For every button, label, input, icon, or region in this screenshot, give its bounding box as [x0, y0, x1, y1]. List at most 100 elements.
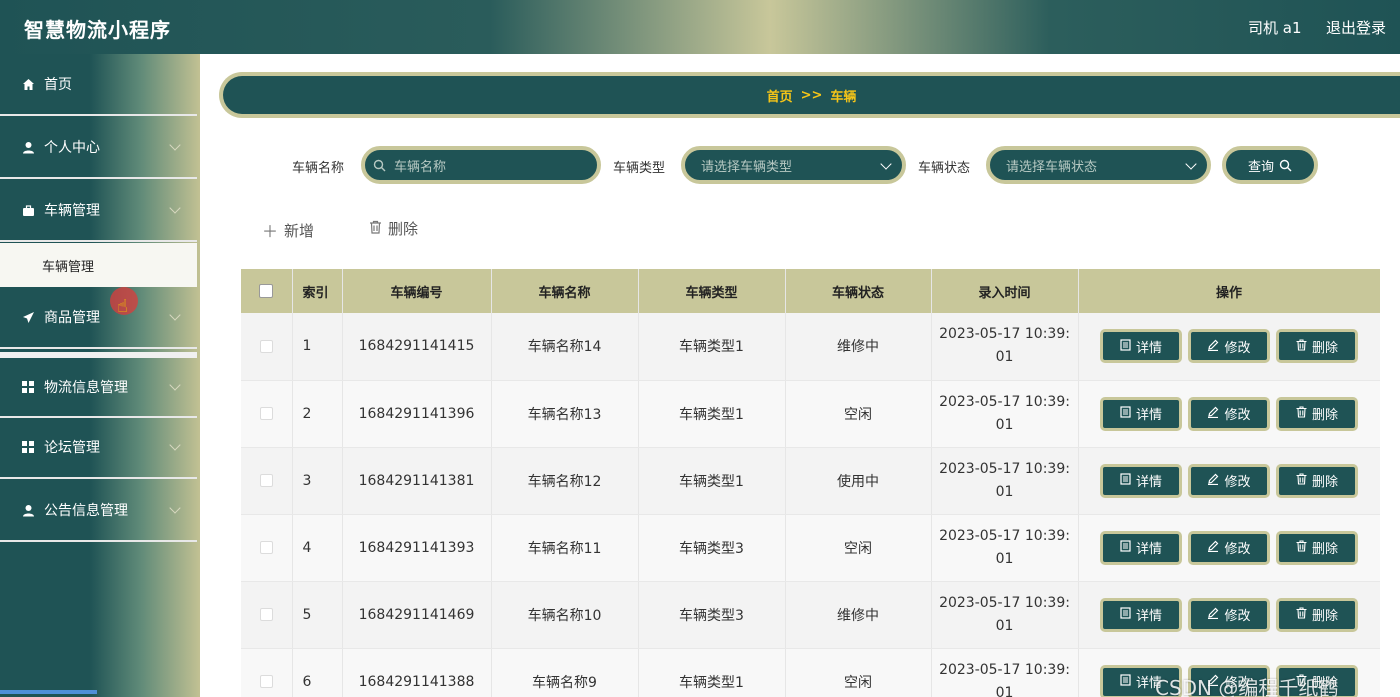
col-header-name: 车辆名称 — [491, 269, 639, 313]
query-button-label: 查询 — [1247, 159, 1274, 175]
sidebar-item-personal-center[interactable]: 个人中心 — [0, 117, 197, 179]
row-delete-button-label: 删除 — [1311, 542, 1338, 557]
cell-time-line1: 2023-05-17 10:39: — [939, 594, 1070, 611]
cell-time: 2023-05-17 10:39: 01 — [931, 648, 1079, 697]
vehicle-status-select[interactable]: 请选择车辆状态 — [986, 146, 1211, 184]
query-button[interactable]: 查询 — [1222, 146, 1318, 184]
detail-button[interactable]: 详情 — [1100, 463, 1182, 498]
batch-delete-button-label: 删除 — [388, 220, 419, 238]
cell-time-line2: 01 — [995, 483, 1014, 500]
add-button[interactable]: ＋ 新增 — [262, 218, 314, 242]
row-delete-button[interactable]: 删除 — [1276, 329, 1358, 364]
select-all-checkbox[interactable] — [259, 284, 274, 298]
row-delete-button[interactable]: 删除 — [1276, 530, 1358, 565]
cell-index: 3 — [292, 447, 343, 515]
cell-status: 维修中 — [785, 313, 932, 381]
detail-button[interactable]: 详情 — [1100, 530, 1182, 565]
trash-icon — [1296, 406, 1307, 421]
edit-button[interactable]: 修改 — [1188, 597, 1270, 632]
row-checkbox[interactable] — [259, 474, 273, 487]
cell-time-line2: 01 — [995, 349, 1014, 366]
cell-type: 车辆类型3 — [638, 514, 786, 582]
cell-status: 空闲 — [785, 648, 932, 697]
row-checkbox[interactable] — [259, 675, 273, 688]
detail-button[interactable]: 详情 — [1100, 329, 1182, 364]
sidebar-item-logistics-management[interactable]: 物流信息管理 — [0, 352, 197, 418]
cell-time-line1: 2023-05-17 10:39: — [939, 661, 1070, 678]
breadcrumb: 首页 >> 车辆 — [219, 72, 1400, 118]
detail-button[interactable]: 详情 — [1100, 396, 1182, 431]
vehicle-type-label: 车辆类型 — [613, 161, 666, 176]
logout-link[interactable]: 退出登录 — [1326, 17, 1386, 38]
row-checkbox[interactable] — [259, 339, 273, 353]
select-all-cell — [241, 269, 293, 313]
col-header-index: 索引 — [292, 269, 343, 313]
row-checkbox[interactable] — [259, 608, 273, 621]
table-row: 3 1684291141381 车辆名称12 车辆类型1 使用中 2023-05-17 1… — [241, 447, 1380, 515]
pencil-icon — [1207, 473, 1219, 488]
cell-time-line2: 01 — [995, 617, 1014, 634]
vehicle-status-placeholder: 请选择车辆状态 — [1006, 159, 1098, 175]
cell-time-line1: 2023-05-17 10:39: — [939, 393, 1070, 410]
vehicle-name-label: 车辆名称 — [292, 161, 345, 176]
app-title: 智慧物流小程序 — [24, 18, 171, 42]
edit-button[interactable]: 修改 — [1188, 463, 1270, 498]
edit-button[interactable]: 修改 — [1188, 329, 1270, 364]
cell-status: 维修中 — [785, 581, 932, 649]
sidebar-item-goods-management[interactable]: 商品管理 — [0, 287, 197, 349]
breadcrumb-separator: >> — [800, 87, 823, 103]
trash-icon — [1296, 339, 1307, 354]
sidebar-item-vehicle-management[interactable]: 车辆管理 — [0, 180, 197, 242]
breadcrumb-home[interactable]: 首页 — [767, 86, 793, 105]
row-select-cell — [241, 313, 293, 381]
cell-actions: 详情 修改 删除 — [1078, 514, 1380, 582]
cell-time-line1: 2023-05-17 10:39: — [939, 527, 1070, 544]
grid-icon — [21, 380, 35, 394]
cell-code: 1684291141381 — [342, 447, 492, 515]
cell-type: 车辆类型1 — [638, 380, 786, 448]
edit-button[interactable]: 修改 — [1188, 396, 1270, 431]
detail-button-label: 详情 — [1135, 340, 1162, 356]
document-icon — [1120, 406, 1131, 421]
chevron-down-icon — [1185, 158, 1197, 170]
row-delete-button[interactable]: 删除 — [1276, 597, 1358, 632]
vehicle-type-select[interactable]: 请选择车辆类型 — [681, 146, 906, 184]
col-header-code: 车辆编号 — [342, 269, 492, 313]
batch-delete-button[interactable]: 删除 — [369, 218, 418, 239]
cell-name: 车辆名称13 — [491, 380, 639, 448]
search-icon — [373, 159, 386, 172]
cell-time-line2: 01 — [995, 550, 1014, 567]
sidebar-item-announcement-management[interactable]: 公告信息管理 — [0, 480, 197, 542]
edit-button[interactable]: 修改 — [1188, 530, 1270, 565]
row-select-cell — [241, 380, 293, 448]
cell-time-line2: 01 — [995, 416, 1014, 433]
sidebar-item-home[interactable]: 首页 — [0, 54, 197, 116]
cell-name: 车辆名称12 — [491, 447, 639, 515]
sidebar-item-label: 个人中心 — [44, 140, 100, 156]
row-checkbox[interactable] — [259, 407, 273, 420]
row-checkbox[interactable] — [259, 541, 273, 554]
current-user: 司机 a1 — [1248, 19, 1302, 37]
sidebar-item-label: 论坛管理 — [44, 440, 100, 456]
chevron-down-icon — [169, 309, 181, 321]
detail-button-label: 详情 — [1135, 609, 1162, 624]
row-delete-button[interactable]: 删除 — [1276, 396, 1358, 431]
user-icon — [21, 503, 35, 517]
sidebar-item-label: 首页 — [44, 77, 72, 93]
col-header-time: 录入时间 — [931, 269, 1079, 313]
cell-time-line1: 2023-05-17 10:39: — [939, 460, 1070, 477]
vehicle-name-input[interactable]: 车辆名称 — [361, 146, 601, 184]
edit-button-label: 修改 — [1224, 609, 1251, 624]
detail-button[interactable]: 详情 — [1100, 597, 1182, 632]
cell-code: 1684291141415 — [342, 313, 492, 381]
row-delete-button[interactable]: 删除 — [1276, 463, 1358, 498]
scrollbar-indicator[interactable] — [0, 690, 97, 694]
cell-status: 空闲 — [785, 514, 932, 582]
cell-index: 6 — [292, 648, 343, 697]
sidebar-item-forum-management[interactable]: 论坛管理 — [0, 417, 197, 479]
trash-icon — [1296, 540, 1307, 555]
submenu-item-vehicle-management[interactable]: 车辆管理 — [0, 243, 197, 287]
document-icon — [1120, 473, 1131, 488]
home-icon — [21, 77, 35, 91]
sidebar-item-label: 公告信息管理 — [44, 503, 128, 519]
